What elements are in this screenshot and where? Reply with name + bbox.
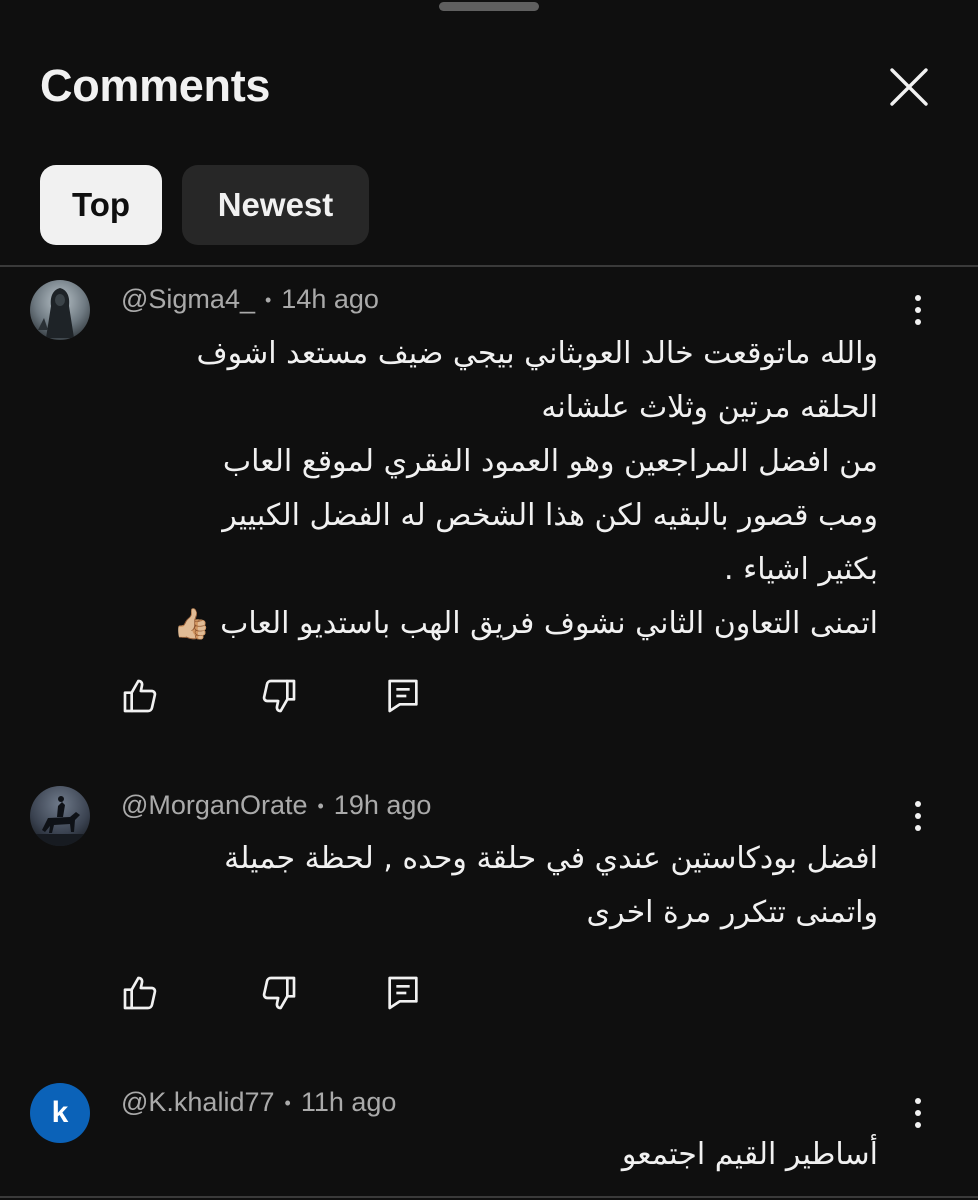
- comment-time: 11h ago: [300, 1087, 397, 1117]
- comment-line: والله ماتوقعت خالد العوبثاني بيجي ضيف مس…: [196, 336, 878, 371]
- meta-separator: •: [317, 796, 324, 817]
- thumbs-up-icon: [123, 679, 157, 713]
- horse-rider-avatar-icon: [30, 786, 90, 846]
- reply-comment-icon: [388, 976, 418, 1010]
- thumbs-up-icon: [123, 976, 157, 1010]
- comment-author[interactable]: @K.khalid77: [121, 1087, 275, 1117]
- thumbs-down-icon: [262, 679, 296, 713]
- comment-text: والله ماتوقعت خالد العوبثاني بيجي ضيف مس…: [118, 327, 878, 652]
- sort-chip-top[interactable]: Top: [40, 165, 162, 245]
- reply-button[interactable]: [381, 674, 425, 718]
- like-button[interactable]: [118, 971, 162, 1015]
- comment-line: افضل بودكاستين عندي في حلقة وحده , لحظة …: [224, 841, 878, 876]
- avatar[interactable]: k: [30, 1083, 90, 1143]
- comment-text: افضل بودكاستين عندي في حلقة وحده , لحظة …: [118, 832, 878, 940]
- comment-meta: @K.khalid77 • 11h ago: [121, 1087, 396, 1118]
- close-icon: [890, 68, 928, 106]
- comment-more-button[interactable]: [900, 1091, 936, 1135]
- comment-line-text: اتمنى التعاون الثاني نشوف فريق الهب باست…: [220, 606, 878, 641]
- meta-separator: •: [264, 290, 272, 311]
- comment-line: واتمنى تتكرر مرة اخرى: [586, 895, 878, 930]
- hooded-figure-avatar-icon: [30, 280, 90, 340]
- comment-more-button[interactable]: [900, 288, 936, 332]
- reply-comment-icon: [388, 679, 418, 713]
- comment-author[interactable]: @Sigma4_: [121, 284, 255, 314]
- panel-title: Comments: [40, 60, 271, 111]
- reply-button[interactable]: [381, 971, 425, 1015]
- dislike-button[interactable]: [257, 674, 301, 718]
- comment-more-button[interactable]: [900, 794, 936, 838]
- comment-meta: @Sigma4_ • 14h ago: [121, 284, 379, 315]
- thumbs-down-icon: [262, 976, 296, 1010]
- comment-line: ومب قصور بالبقيه لكن هذا الشخص له الفضل …: [222, 498, 878, 533]
- comment-line: بكثير اشياء .: [724, 552, 878, 587]
- close-button[interactable]: [884, 62, 934, 112]
- like-button[interactable]: [118, 674, 162, 718]
- comment-line: أساطير القيم اجتمعو: [621, 1137, 878, 1172]
- sort-chip-newest[interactable]: Newest: [182, 165, 369, 245]
- comment-meta: @MorganOrate • 19h ago: [121, 790, 431, 821]
- drag-handle[interactable]: [439, 2, 539, 11]
- avatar[interactable]: [30, 280, 90, 340]
- comment-time: 14h ago: [281, 284, 379, 314]
- comment-line: الحلقه مرتين وثلاث علشانه: [541, 390, 878, 425]
- header-divider: [0, 265, 978, 267]
- thumbs-up-emoji: 👍🏼: [173, 606, 211, 642]
- meta-separator: •: [284, 1093, 291, 1114]
- comment-author[interactable]: @MorganOrate: [121, 790, 307, 820]
- avatar[interactable]: [30, 786, 90, 846]
- comment-text: أساطير القيم اجتمعو: [118, 1128, 878, 1182]
- comment-line: اتمنى التعاون الثاني نشوف فريق الهب باست…: [118, 597, 878, 652]
- bottom-divider: [0, 1196, 978, 1198]
- comment-line: من افضل المراجعين وهو العمود الفقري لموق…: [222, 444, 878, 479]
- dislike-button[interactable]: [257, 971, 301, 1015]
- comment-time: 19h ago: [333, 790, 432, 820]
